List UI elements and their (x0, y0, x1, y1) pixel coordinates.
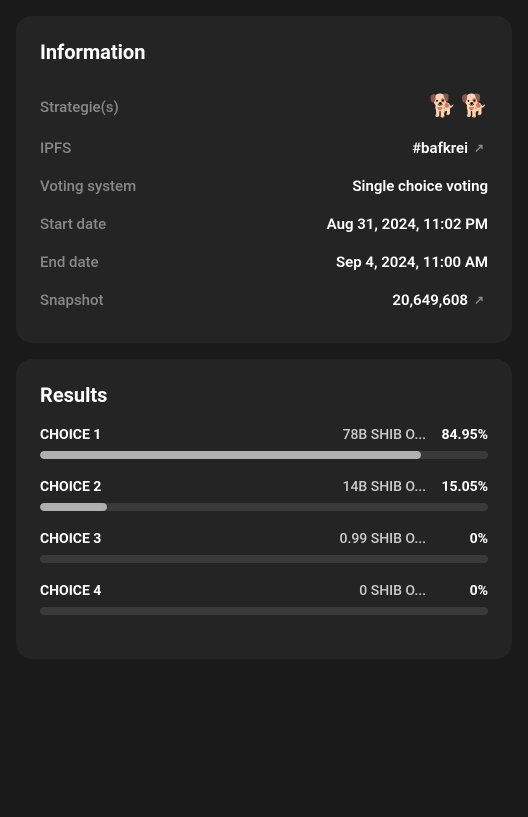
snapshot-external-link-icon: ↗ (474, 293, 488, 307)
results-title: Results (40, 383, 488, 407)
choice-meta-4: 0 SHIB O... 0% (359, 583, 488, 599)
strategies-icons: 🐕 🐕 (429, 94, 488, 119)
choice-amount-2: 14B SHIB O... (343, 479, 427, 495)
strategies-row: Strategie(s) 🐕 🐕 (40, 84, 488, 129)
progress-track-1 (40, 451, 488, 459)
shib-icon-1: 🐕 (429, 94, 456, 119)
voting-system-value: Single choice voting (352, 177, 488, 195)
choice-header-1: CHOICE 1 78B SHIB O... 84.95% (40, 427, 488, 443)
choice-label-3: CHOICE 3 (40, 531, 101, 547)
end-date-row: End date Sep 4, 2024, 11:00 AM (40, 243, 488, 281)
voting-system-label: Voting system (40, 177, 136, 195)
choice-meta-1: 78B SHIB O... 84.95% (343, 427, 489, 443)
progress-fill-1 (40, 451, 421, 459)
choice-item-2: CHOICE 2 14B SHIB O... 15.05% (40, 479, 488, 511)
results-card: Results CHOICE 1 78B SHIB O... 84.95% CH… (16, 359, 512, 659)
end-date-value: Sep 4, 2024, 11:00 AM (336, 253, 488, 271)
choice-header-4: CHOICE 4 0 SHIB O... 0% (40, 583, 488, 599)
choice-meta-2: 14B SHIB O... 15.05% (343, 479, 489, 495)
start-date-value: Aug 31, 2024, 11:02 PM (327, 215, 488, 233)
choice-amount-3: 0.99 SHIB O... (340, 531, 427, 547)
information-title: Information (40, 40, 488, 64)
ipfs-external-link-icon: ↗ (474, 141, 488, 155)
progress-track-2 (40, 503, 488, 511)
voting-system-row: Voting system Single choice voting (40, 167, 488, 205)
snapshot-row: Snapshot 20,649,608 ↗ (40, 281, 488, 319)
information-card: Information Strategie(s) 🐕 🐕 IPFS #bafkr… (16, 16, 512, 343)
end-date-label: End date (40, 253, 99, 271)
choice-header-2: CHOICE 2 14B SHIB O... 15.05% (40, 479, 488, 495)
choice-item-3: CHOICE 3 0.99 SHIB O... 0% (40, 531, 488, 563)
choice-percent-3: 0% (438, 531, 488, 547)
choice-item-1: CHOICE 1 78B SHIB O... 84.95% (40, 427, 488, 459)
strategies-label: Strategie(s) (40, 98, 119, 116)
choice-percent-1: 84.95% (438, 427, 488, 443)
choice-label-2: CHOICE 2 (40, 479, 101, 495)
snapshot-label: Snapshot (40, 291, 104, 309)
start-date-label: Start date (40, 215, 106, 233)
shib-icon-2: 🐕 (461, 94, 488, 119)
progress-track-3 (40, 555, 488, 563)
choice-item-4: CHOICE 4 0 SHIB O... 0% (40, 583, 488, 615)
choice-percent-2: 15.05% (438, 479, 488, 495)
start-date-row: Start date Aug 31, 2024, 11:02 PM (40, 205, 488, 243)
choice-amount-4: 0 SHIB O... (359, 583, 426, 599)
ipfs-row: IPFS #bafkrei ↗ (40, 129, 488, 167)
choice-label-1: CHOICE 1 (40, 427, 101, 443)
choice-meta-3: 0.99 SHIB O... 0% (340, 531, 489, 547)
choices-container: CHOICE 1 78B SHIB O... 84.95% CHOICE 2 1… (40, 427, 488, 615)
ipfs-value[interactable]: #bafkrei ↗ (412, 139, 488, 157)
progress-fill-2 (40, 503, 107, 511)
snapshot-value[interactable]: 20,649,608 ↗ (392, 291, 488, 309)
ipfs-label: IPFS (40, 139, 71, 157)
choice-percent-4: 0% (438, 583, 488, 599)
choice-amount-1: 78B SHIB O... (343, 427, 427, 443)
progress-track-4 (40, 607, 488, 615)
choice-label-4: CHOICE 4 (40, 583, 101, 599)
choice-header-3: CHOICE 3 0.99 SHIB O... 0% (40, 531, 488, 547)
